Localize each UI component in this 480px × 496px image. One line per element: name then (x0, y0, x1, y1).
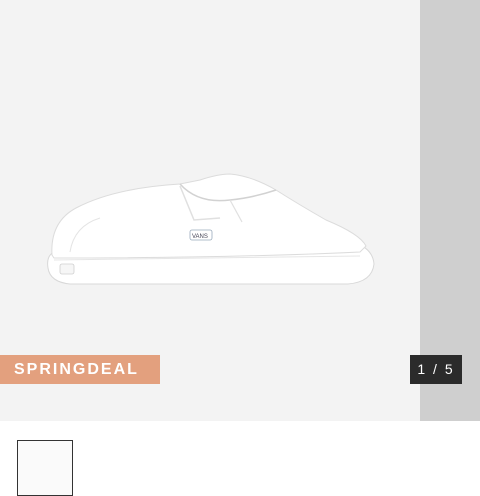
thumbnail-strip (0, 421, 480, 496)
thumbnail-item[interactable] (17, 440, 73, 496)
brand-logo-text: VANS (192, 234, 208, 240)
promo-badge: SPRINGDEAL (0, 355, 160, 384)
product-shoe-image: VANS (47, 173, 375, 285)
image-counter: 1 / 5 (410, 355, 462, 384)
product-image-gallery[interactable]: VANS SPRINGDEAL 1 / 5 (0, 0, 480, 421)
